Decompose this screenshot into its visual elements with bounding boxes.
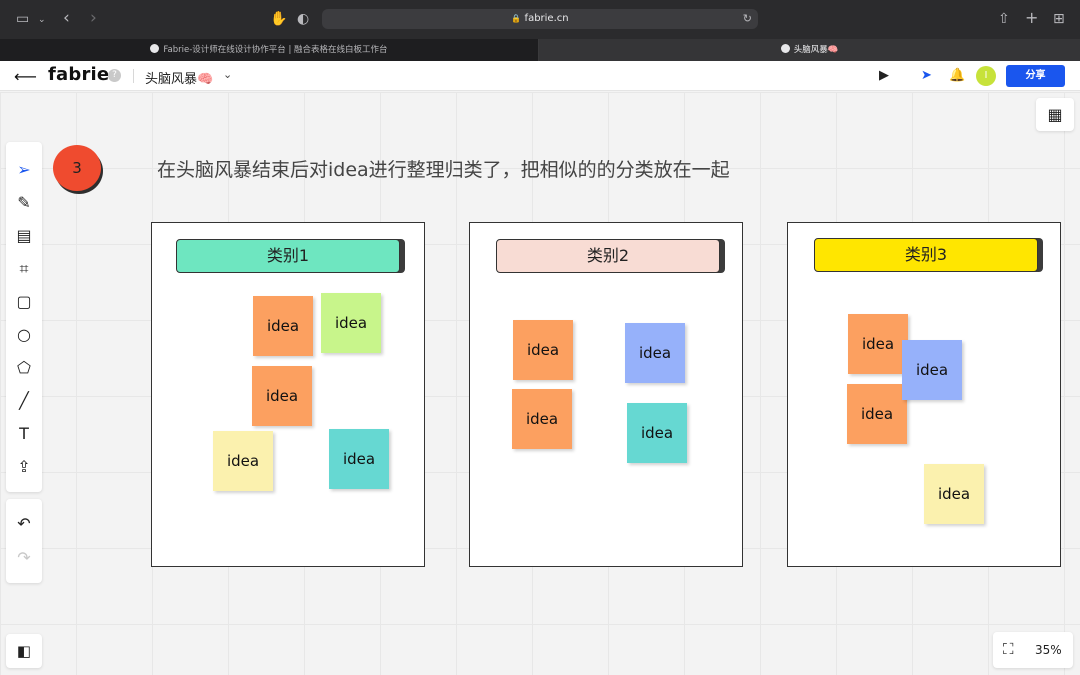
back-arrow-icon[interactable]: ⟵: [14, 67, 37, 86]
sticky-note[interactable]: idea: [924, 464, 984, 524]
zoom-control[interactable]: ⛶ 35%: [993, 632, 1073, 668]
favicon-icon: [150, 44, 160, 53]
pen-icon[interactable]: ✎: [6, 190, 42, 216]
tab-strip: Fabrie-设计师在线设计协作平台 | 融合表格在线白板工作台 头脑风暴🧠: [0, 39, 1080, 61]
line-icon[interactable]: ╱: [6, 388, 42, 414]
app-header: ⟵ fabrie ? 头脑风暴🧠 ⌄ ▶︎ ➤ 🔔 I 分享: [0, 61, 1080, 91]
sticky-note[interactable]: idea: [252, 366, 312, 426]
upload-icon[interactable]: ⇪: [6, 454, 42, 480]
extension-icon[interactable]: ✋: [270, 12, 287, 26]
sticky-note[interactable]: idea: [321, 293, 381, 353]
sticky-note[interactable]: idea: [902, 340, 962, 400]
category-label-3[interactable]: 类别3: [814, 238, 1038, 272]
share-button[interactable]: 分享: [1006, 65, 1065, 87]
divider: [133, 69, 134, 83]
chevron-down-icon[interactable]: ⌄: [223, 68, 232, 81]
tool-palette: ➢ ✎ ▤ ⌗ ▢ ○ ⬠ ╱ T ⇪: [6, 142, 42, 492]
sticky-note[interactable]: idea: [627, 403, 687, 463]
sticky-note[interactable]: idea: [847, 384, 907, 444]
new-tab-icon[interactable]: +: [1025, 10, 1038, 26]
cursor-follow-icon[interactable]: ➤: [921, 68, 932, 83]
tab-overview-icon[interactable]: ⊞: [1053, 12, 1065, 26]
text-icon[interactable]: T: [6, 421, 42, 447]
sticky-note[interactable]: idea: [625, 323, 685, 383]
category-frame-2[interactable]: [469, 222, 743, 567]
tab-title: 头脑风暴🧠: [793, 45, 839, 55]
chevron-down-icon[interactable]: ⌄: [38, 13, 46, 27]
address-bar[interactable]: 🔒 fabrie.cn ↻: [322, 9, 758, 29]
minimap-icon[interactable]: ⛶: [1003, 640, 1014, 658]
sticky-note[interactable]: idea: [848, 314, 908, 374]
board-title[interactable]: 头脑风暴🧠: [145, 68, 213, 87]
sticky-note[interactable]: idea: [213, 431, 273, 491]
browser-toolbar: ▭ ⌄ ‹ › ✋ ◐ 🔒 fabrie.cn ↻ ⇧ + ⊞: [0, 0, 1080, 39]
logo[interactable]: fabrie: [48, 64, 109, 85]
tab-brainstorm[interactable]: 头脑风暴🧠: [539, 39, 1080, 61]
favicon-icon: [780, 44, 790, 53]
category-label-1[interactable]: 类别1: [176, 239, 400, 273]
url-text: fabrie.cn: [524, 13, 569, 24]
table-view-icon[interactable]: ▦: [1036, 98, 1074, 131]
sidebar-toggle-icon[interactable]: ▭: [16, 12, 29, 26]
polygon-icon[interactable]: ⬠: [6, 355, 42, 381]
frame-icon[interactable]: ▤: [6, 223, 42, 249]
history-controls: ↶ ↷: [6, 499, 42, 583]
bell-icon[interactable]: 🔔: [949, 68, 965, 83]
share-page-icon[interactable]: ⇧: [998, 12, 1010, 26]
sticky-note[interactable]: idea: [329, 429, 389, 489]
category-label-2[interactable]: 类别2: [496, 239, 720, 273]
circle-icon[interactable]: ○: [6, 322, 42, 348]
back-nav-icon[interactable]: ‹: [63, 10, 70, 27]
crop-icon[interactable]: ⌗: [6, 256, 42, 282]
privacy-shield-icon[interactable]: ◐: [297, 12, 309, 26]
present-icon[interactable]: ▶︎: [879, 68, 889, 83]
redo-icon: ↷: [17, 548, 31, 567]
lock-icon: 🔒: [511, 14, 522, 23]
sticky-note-icon[interactable]: ▢: [6, 289, 42, 315]
step-badge[interactable]: 3: [53, 145, 101, 191]
undo-icon[interactable]: ↶: [6, 511, 42, 537]
reload-icon[interactable]: ↻: [743, 9, 752, 29]
sticky-note[interactable]: idea: [512, 389, 572, 449]
tab-title: Fabrie-设计师在线设计协作平台 | 融合表格在线白板工作台: [163, 45, 388, 55]
avatar[interactable]: I: [976, 66, 996, 86]
select-icon[interactable]: ➢: [6, 157, 42, 183]
instruction-text[interactable]: 在头脑风暴结束后对idea进行整理归类了，把相似的的分类放在一起: [157, 155, 730, 182]
forward-nav-icon: ›: [90, 8, 97, 28]
sticky-note[interactable]: idea: [513, 320, 573, 380]
zoom-level[interactable]: 35%: [1035, 643, 1062, 657]
sticky-note[interactable]: idea: [253, 296, 313, 356]
layers-panel-icon[interactable]: ◧: [6, 634, 42, 668]
help-icon[interactable]: ?: [108, 69, 121, 82]
tab-fabrie-home[interactable]: Fabrie-设计师在线设计协作平台 | 融合表格在线白板工作台: [0, 39, 539, 61]
